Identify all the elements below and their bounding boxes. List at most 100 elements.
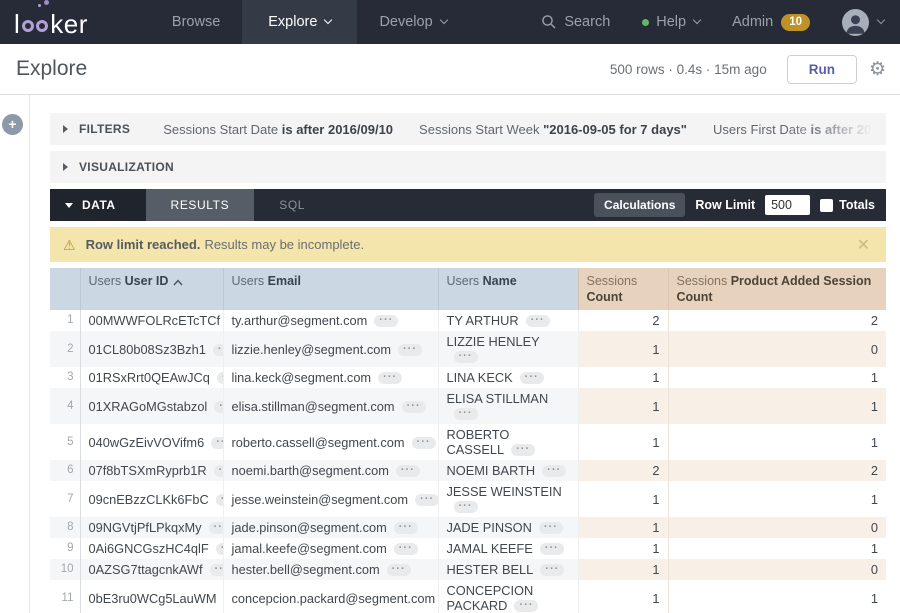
cell-menu-icon[interactable]: [542, 465, 566, 477]
product-added-count-cell[interactable]: 1: [668, 367, 886, 388]
column-header-count[interactable]: Sessions Count: [578, 268, 668, 310]
cell-menu-icon[interactable]: [216, 543, 223, 555]
cell-menu-icon[interactable]: [398, 344, 422, 356]
name-cell[interactable]: JADE PINSON: [438, 517, 578, 538]
table-row[interactable]: 401XRAGoMGstabzolelisa.stillman@segment.…: [50, 388, 886, 424]
user-id-cell[interactable]: 07f8bTSXmRyprb1R: [80, 460, 223, 481]
cell-menu-icon[interactable]: [540, 564, 564, 576]
row-limit-input[interactable]: [765, 195, 810, 215]
run-button[interactable]: Run: [787, 55, 857, 84]
data-section-toggle[interactable]: DATA: [50, 189, 146, 221]
user-id-cell[interactable]: 0AZSG7ttagcnkAWf: [80, 559, 223, 580]
tab-sql[interactable]: SQL: [254, 189, 330, 221]
filters-section[interactable]: FILTERS Sessions Start Date is after 201…: [50, 113, 886, 145]
cell-menu-icon[interactable]: [454, 501, 478, 513]
cell-menu-icon[interactable]: [387, 564, 411, 576]
name-cell[interactable]: ROBERTO CASSELL: [438, 424, 578, 460]
close-icon[interactable]: ✕: [857, 235, 873, 255]
cell-menu-icon[interactable]: [213, 344, 223, 356]
user-id-cell[interactable]: 00MWWFOLRcETcTCf: [80, 310, 223, 331]
product-added-count-cell[interactable]: 0: [668, 331, 886, 367]
user-id-cell[interactable]: 01RSxRrt0QEAwJCq: [80, 367, 223, 388]
cell-menu-icon[interactable]: [396, 465, 420, 477]
column-header-email[interactable]: Users Email: [223, 268, 438, 310]
cell-menu-icon[interactable]: [520, 372, 544, 384]
email-cell[interactable]: noemi.barth@segment.com: [223, 460, 438, 481]
cell-menu-icon[interactable]: [415, 494, 438, 506]
session-count-cell[interactable]: 1: [578, 424, 668, 460]
tab-results[interactable]: RESULTS: [146, 189, 255, 221]
totals-checkbox[interactable]: [820, 199, 833, 212]
calculations-button[interactable]: Calculations: [594, 193, 685, 217]
cell-menu-icon[interactable]: [514, 600, 538, 612]
cell-menu-icon[interactable]: [217, 372, 223, 384]
nav-item-browse[interactable]: Browse: [150, 0, 242, 44]
email-cell[interactable]: hester.bell@segment.com: [223, 559, 438, 580]
column-header-name[interactable]: Users Name: [438, 268, 578, 310]
email-cell[interactable]: concepcion.packard@segment.com: [223, 580, 438, 613]
product-added-count-cell[interactable]: 0: [668, 559, 886, 580]
cell-menu-icon[interactable]: [394, 543, 418, 555]
cell-menu-icon[interactable]: [211, 437, 223, 449]
product-added-count-cell[interactable]: 0: [668, 517, 886, 538]
cell-menu-icon[interactable]: [214, 401, 223, 413]
cell-menu-icon[interactable]: [454, 408, 478, 420]
name-cell[interactable]: JESSE WEINSTEIN: [438, 481, 578, 517]
session-count-cell[interactable]: 1: [578, 388, 668, 424]
filter-item[interactable]: Sessions Start Date is after 2016/09/10: [163, 122, 393, 137]
name-cell[interactable]: ELISA STILLMAN: [438, 388, 578, 424]
email-cell[interactable]: jamal.keefe@segment.com: [223, 538, 438, 559]
name-cell[interactable]: LIZZIE HENLEY: [438, 331, 578, 367]
table-row[interactable]: 301RSxRrt0QEAwJCqlina.keck@segment.comLI…: [50, 367, 886, 388]
cell-menu-icon[interactable]: [394, 522, 418, 534]
nav-item-admin[interactable]: Admin 10: [732, 14, 810, 31]
table-row[interactable]: 809NGVtjPfLPkqxMyjade.pinson@segment.com…: [50, 517, 886, 538]
session-count-cell[interactable]: 2: [578, 310, 668, 331]
table-row[interactable]: 5040wGzEivVOVifm6roberto.cassell@segment…: [50, 424, 886, 460]
email-cell[interactable]: lizzie.henley@segment.com: [223, 331, 438, 367]
cell-menu-icon[interactable]: [402, 401, 426, 413]
user-id-cell[interactable]: 09cnEBzzCLKk6FbC: [80, 481, 223, 517]
cell-menu-icon[interactable]: [214, 465, 223, 477]
email-cell[interactable]: jesse.weinstein@segment.com: [223, 481, 438, 517]
help-menu[interactable]: Help: [642, 14, 700, 30]
cell-menu-icon[interactable]: [378, 372, 402, 384]
product-added-count-cell[interactable]: 2: [668, 310, 886, 331]
product-added-count-cell[interactable]: 1: [668, 538, 886, 559]
add-field-button[interactable]: +: [2, 114, 23, 135]
cell-menu-icon[interactable]: [374, 315, 398, 327]
user-id-cell[interactable]: 01XRAGoMGstabzol: [80, 388, 223, 424]
email-cell[interactable]: jade.pinson@segment.com: [223, 517, 438, 538]
session-count-cell[interactable]: 1: [578, 367, 668, 388]
looker-logo[interactable]: lker: [14, 7, 88, 37]
product-added-count-cell[interactable]: 1: [668, 580, 886, 613]
totals-label[interactable]: Totals: [839, 198, 875, 212]
cell-menu-icon[interactable]: [454, 351, 478, 363]
table-row[interactable]: 100MWWFOLRcETcTCfty.arthur@segment.comTY…: [50, 310, 886, 331]
cell-menu-icon[interactable]: [209, 522, 223, 534]
name-cell[interactable]: CONCEPCION PACKARD: [438, 580, 578, 613]
user-id-cell[interactable]: 040wGzEivVOVifm6: [80, 424, 223, 460]
user-id-cell[interactable]: 0bE3ru0WCg5LauWM: [80, 580, 223, 613]
session-count-cell[interactable]: 1: [578, 580, 668, 613]
user-id-cell[interactable]: 01CL80b08Sz3Bzh1: [80, 331, 223, 367]
column-header-user-id[interactable]: Users User ID: [80, 268, 223, 310]
name-cell[interactable]: LINA KECK: [438, 367, 578, 388]
cell-menu-icon[interactable]: [412, 437, 436, 449]
session-count-cell[interactable]: 1: [578, 559, 668, 580]
column-header-product-added[interactable]: Sessions Product Added Session Count: [668, 268, 886, 310]
email-cell[interactable]: roberto.cassell@segment.com: [223, 424, 438, 460]
cell-menu-icon[interactable]: [540, 543, 564, 555]
table-row[interactable]: 11 0bE3ru0WCg5LauWMconcepcion.packard@seg…: [50, 580, 886, 613]
user-menu[interactable]: [842, 9, 884, 36]
filter-item[interactable]: Users First Date is after 2016/09/10: [713, 122, 873, 137]
user-id-cell[interactable]: 0Ai6GNCGszHC4qlF: [80, 538, 223, 559]
name-cell[interactable]: HESTER BELL: [438, 559, 578, 580]
visualization-section[interactable]: VISUALIZATION: [50, 151, 886, 183]
search-button[interactable]: Search: [541, 14, 610, 30]
table-row[interactable]: 201CL80b08Sz3Bzh1lizzie.henley@segment.c…: [50, 331, 886, 367]
email-cell[interactable]: elisa.stillman@segment.com: [223, 388, 438, 424]
table-row[interactable]: 90Ai6GNCGszHC4qlFjamal.keefe@segment.com…: [50, 538, 886, 559]
session-count-cell[interactable]: 2: [578, 460, 668, 481]
cell-menu-icon[interactable]: [216, 494, 223, 506]
